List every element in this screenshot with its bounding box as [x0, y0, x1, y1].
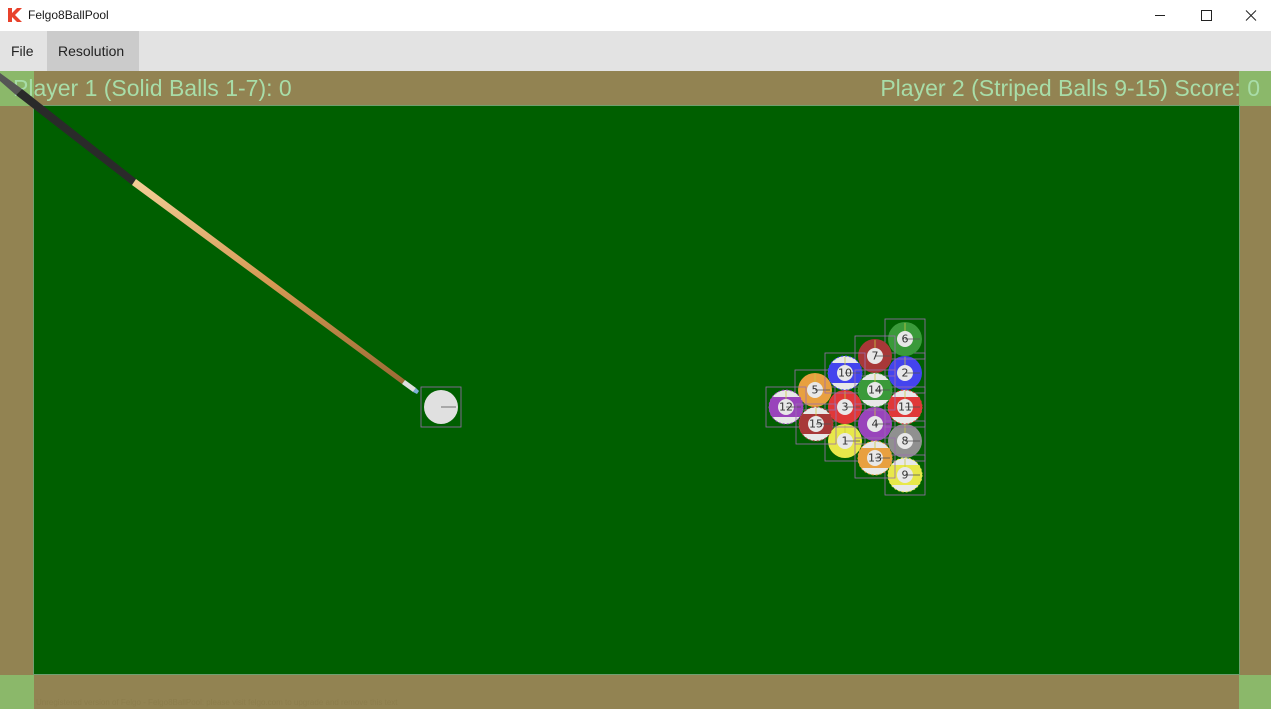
ball-number-label: 2: [902, 367, 909, 380]
ball-number-label: 3: [842, 401, 849, 414]
footer-watermark: Unregistered version of Felgo - Felgo8Ba…: [36, 698, 398, 707]
menu-resolution[interactable]: Resolution: [47, 31, 139, 71]
ball-number-label: 9: [902, 469, 909, 482]
title-bar: Felgo8BallPool: [0, 0, 1271, 32]
ball-number-label: 11: [898, 401, 912, 414]
ball-number-label: 10: [838, 367, 852, 380]
cue-stick[interactable]: [0, 73, 419, 394]
ball-number-label: 14: [868, 384, 882, 397]
ball-number-label: 15: [809, 418, 823, 431]
minimize-button[interactable]: [1137, 0, 1183, 31]
maximize-button[interactable]: [1183, 0, 1229, 31]
window-title: Felgo8BallPool: [28, 8, 109, 22]
cue-ball[interactable]: [420, 386, 462, 428]
felgo-logo-icon: [8, 8, 22, 22]
ball-number-label: 6: [902, 333, 909, 346]
minimize-icon: [1155, 15, 1165, 16]
ball-number-label: 1: [842, 435, 849, 448]
close-button[interactable]: [1228, 0, 1271, 31]
close-icon: [1245, 10, 1257, 21]
balls-layer: 123456789101112131415: [420, 318, 926, 496]
menu-file[interactable]: File: [0, 31, 45, 71]
table-graphics: 123456789101112131415: [0, 73, 926, 496]
ball-number-label: 7: [872, 350, 879, 363]
maximize-icon: [1201, 10, 1212, 21]
ball-number-label: 4: [872, 418, 879, 431]
ball-number-label: 13: [868, 452, 882, 465]
ball-number-label: 12: [779, 401, 793, 414]
ball-number-label: 8: [902, 435, 909, 448]
menu-bar: File Resolution: [0, 31, 1271, 71]
ball-number-label: 5: [812, 384, 819, 397]
game-canvas[interactable]: Player 1 (Solid Balls 1-7): 0 Player 2 (…: [0, 71, 1271, 709]
